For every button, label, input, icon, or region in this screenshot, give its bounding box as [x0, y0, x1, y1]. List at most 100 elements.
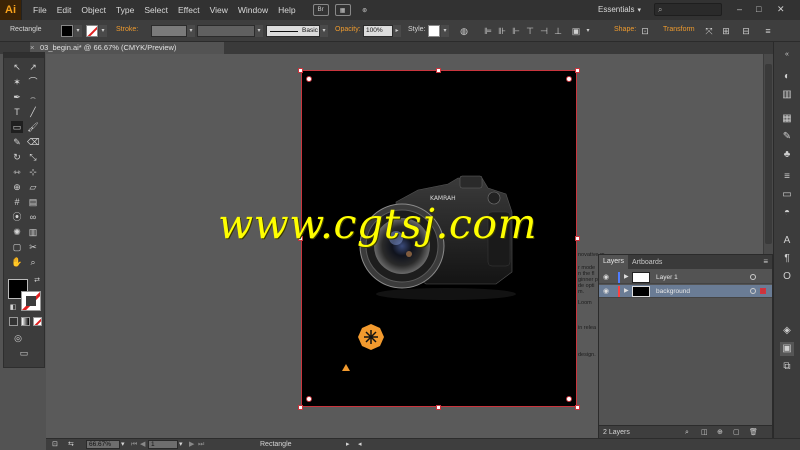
document-tab[interactable]: × 03_begin.ai* @ 66.67% (CMYK/Preview)	[30, 42, 224, 54]
corner-radius-widget[interactable]	[306, 76, 312, 82]
bounding-box-handle[interactable]	[436, 405, 441, 410]
bounding-box-handle[interactable]	[298, 68, 303, 73]
align-top-icon[interactable]: ⊤	[524, 25, 536, 37]
swatches-panel-icon[interactable]: ▦	[780, 112, 794, 126]
last-artboard-icon[interactable]: ⏭	[198, 439, 204, 450]
rotate-tool-icon[interactable]: ↻	[11, 151, 23, 163]
direct-selection-tool-icon[interactable]: ↗	[27, 61, 39, 73]
hand-tool-icon[interactable]: ✋	[11, 256, 23, 268]
layer-target-icon[interactable]	[750, 288, 756, 294]
bounding-box-handle[interactable]	[436, 68, 441, 73]
none-mode-icon[interactable]	[33, 317, 42, 326]
visibility-eye-icon[interactable]: ◉	[603, 285, 609, 298]
next-artboard-icon[interactable]: ▶	[189, 439, 194, 450]
flip-icon[interactable]: ⤧	[703, 25, 715, 37]
brush-dropdown[interactable]: ▾	[320, 25, 328, 37]
rectangle-tool-icon[interactable]: ▭	[11, 121, 23, 133]
first-artboard-icon[interactable]: ⏮	[131, 439, 137, 450]
paragraph-panel-icon[interactable]: ¶	[780, 252, 794, 266]
graphic-style-dropdown[interactable]: ▾	[441, 25, 449, 37]
free-transform-tool-icon[interactable]: ⊹	[27, 166, 39, 178]
stroke-dropdown[interactable]: ▾	[99, 25, 107, 37]
symbols-panel-icon[interactable]: ♣	[780, 148, 794, 162]
width-tool-icon[interactable]: ⇿	[11, 166, 23, 178]
bounding-box-handle[interactable]	[298, 405, 303, 410]
column-graph-tool-icon[interactable]: ▥	[27, 226, 39, 238]
align-middle-icon[interactable]: ⊣	[538, 25, 550, 37]
zoom-field[interactable]: 66.67%	[86, 440, 120, 449]
layer-name[interactable]: Layer 1	[656, 271, 678, 284]
align-to-icon[interactable]: ▣	[570, 25, 582, 37]
brushes-panel-icon[interactable]: ✎	[780, 130, 794, 144]
align-center-icon[interactable]: ⊪	[496, 25, 508, 37]
horizontal-scroll-left-icon[interactable]: ◂	[358, 439, 362, 450]
corner-radius-widget[interactable]	[566, 76, 572, 82]
status-menu-icon[interactable]: ▸	[346, 439, 350, 450]
pencil-tool-icon[interactable]: ✎	[11, 136, 23, 148]
perspective-grid-tool-icon[interactable]: ▱	[27, 181, 39, 193]
artboard-options-icon[interactable]: ⊡	[52, 439, 58, 450]
zoom-tool-icon[interactable]: ⌕	[27, 256, 39, 268]
bridge-icon[interactable]: Br	[312, 4, 329, 16]
gpu-performance-icon[interactable]: ⊛	[357, 4, 373, 16]
layer-target-icon[interactable]	[750, 274, 756, 280]
gradient-mode-icon[interactable]	[21, 317, 30, 326]
symbol-sprayer-tool-icon[interactable]: ✺	[11, 226, 23, 238]
menu-object[interactable]: Object	[76, 5, 111, 15]
bounding-box-handle[interactable]	[575, 68, 580, 73]
menu-type[interactable]: Type	[111, 5, 139, 15]
blend-tool-icon[interactable]: ∞	[27, 211, 39, 223]
line-segment-tool-icon[interactable]: ╱	[27, 106, 39, 118]
shape-label[interactable]: Shape:	[614, 26, 636, 33]
magic-wand-tool-icon[interactable]: ✶	[11, 76, 23, 88]
gradient-panel-icon[interactable]: ▭	[780, 188, 794, 202]
visibility-eye-icon[interactable]: ◉	[603, 271, 609, 284]
menu-view[interactable]: View	[205, 5, 233, 15]
corner-radius-widget[interactable]	[306, 396, 312, 402]
stroke-swatch[interactable]	[86, 25, 98, 37]
isolate-icon[interactable]: ⊞	[720, 25, 732, 37]
links-panel-icon[interactable]: ⧉	[780, 360, 794, 374]
prev-artboard-icon[interactable]: ◀	[140, 439, 145, 450]
workspace-switcher[interactable]: Essentials	[598, 5, 641, 14]
shape-builder-tool-icon[interactable]: ⊕	[11, 181, 23, 193]
tab-layers[interactable]: Layers	[599, 255, 629, 269]
layer-row[interactable]: ◉ ▶ Layer 1	[599, 271, 772, 284]
menu-edit[interactable]: Edit	[52, 5, 77, 15]
close-button[interactable]: ✕	[777, 4, 785, 15]
opacity-dropdown[interactable]: ▸	[393, 25, 401, 37]
bounding-box-handle[interactable]	[575, 405, 580, 410]
opacity-label[interactable]: Opacity:	[335, 26, 361, 33]
minimize-button[interactable]: –	[737, 4, 742, 14]
type-tool-icon[interactable]: T	[11, 106, 23, 118]
eyedropper-tool-icon[interactable]: ⦿	[11, 211, 23, 223]
select-similar-icon[interactable]: ⊟	[740, 25, 752, 37]
scale-tool-icon[interactable]: ⤡	[27, 151, 39, 163]
align-left-icon[interactable]: ⊫	[482, 25, 494, 37]
eraser-tool-icon[interactable]: ⌫	[27, 136, 40, 148]
artboard-dropdown-icon[interactable]: ▾	[179, 439, 183, 450]
corner-radius-widget[interactable]	[566, 396, 572, 402]
menu-file[interactable]: File	[28, 5, 52, 15]
variable-width-dropdown[interactable]: ▾	[255, 25, 263, 37]
stroke-label[interactable]: Stroke:	[116, 26, 138, 33]
triangle-marker-shape[interactable]	[342, 364, 350, 371]
align-bottom-icon[interactable]: ⊥	[552, 25, 564, 37]
transform-label[interactable]: Transform	[663, 26, 695, 33]
layer-name[interactable]: background	[656, 285, 690, 298]
expand-arrow-icon[interactable]: ▶	[624, 285, 629, 298]
draw-mode-icon[interactable]: ◎	[12, 332, 24, 344]
fill-swatch[interactable]	[61, 25, 73, 37]
stroke-panel-icon[interactable]: ≡	[780, 170, 794, 184]
paintbrush-tool-icon[interactable]: 🖌	[27, 121, 39, 133]
zoom-dropdown-icon[interactable]: ▾	[121, 439, 125, 450]
gradient-tool-icon[interactable]: ▤	[27, 196, 39, 208]
graphic-style-swatch[interactable]	[428, 25, 440, 37]
transparency-panel-icon[interactable]: ◓	[780, 206, 794, 220]
artboards-panel-icon[interactable]: ▣	[780, 342, 794, 356]
artboard-number-field[interactable]: 1	[148, 440, 178, 449]
scrollbar-thumb[interactable]	[765, 64, 772, 244]
maximize-button[interactable]: □	[756, 4, 761, 14]
menu-help[interactable]: Help	[273, 5, 300, 15]
control-panel-menu-icon[interactable]: ≡	[762, 25, 774, 37]
